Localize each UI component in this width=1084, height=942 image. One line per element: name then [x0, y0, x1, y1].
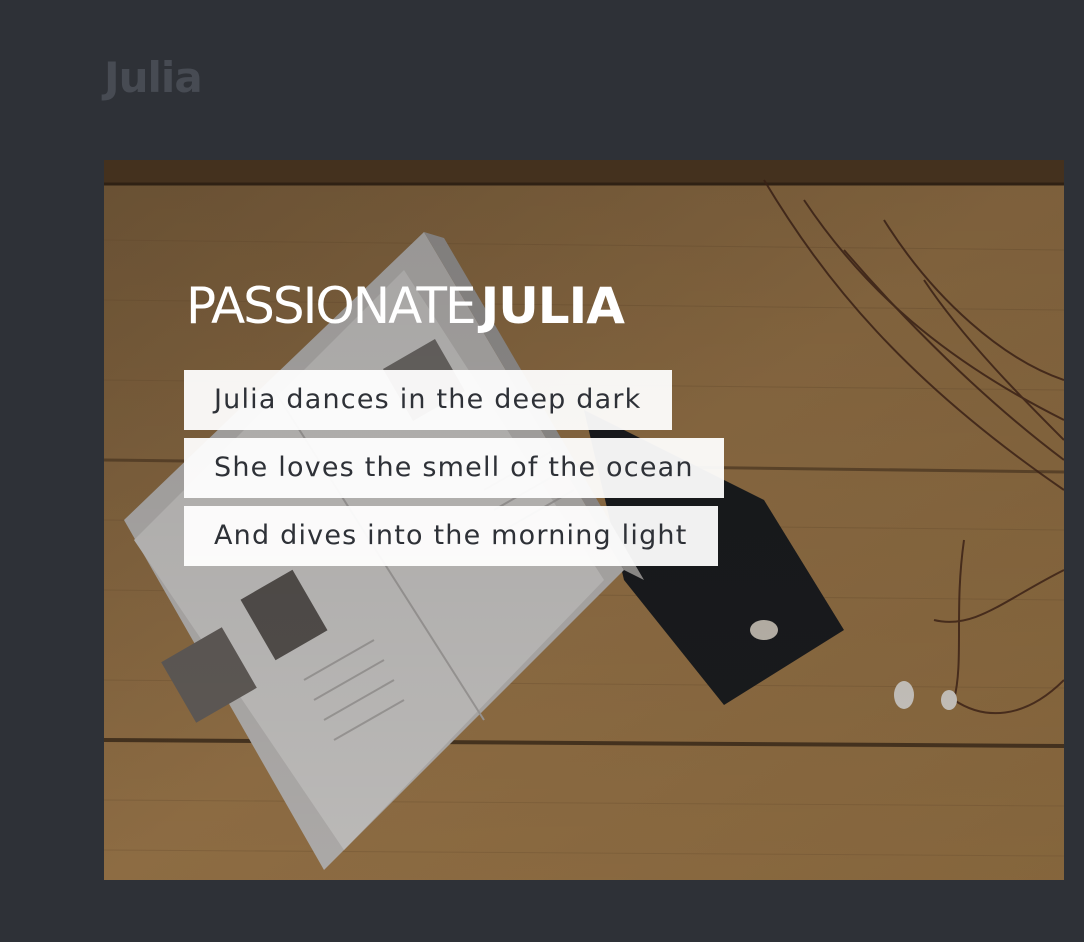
hero-tagline-line: She loves the smell of the ocean [184, 438, 724, 498]
hero-title-light: PASSIONATE [186, 277, 477, 335]
hero-tagline-line: Julia dances in the deep dark [184, 370, 672, 430]
hero-banner: PASSIONATE JULIA Julia dances in the deep… [104, 160, 1064, 880]
hero-tagline-line: And dives into the morning light [184, 506, 718, 566]
hero-title: PASSIONATE JULIA [186, 276, 625, 336]
hero-title-bold: JULIA [480, 277, 625, 335]
site-logo[interactable]: Julia [104, 52, 203, 104]
hero-tagline-list: Julia dances in the deep dark She loves … [184, 370, 724, 566]
